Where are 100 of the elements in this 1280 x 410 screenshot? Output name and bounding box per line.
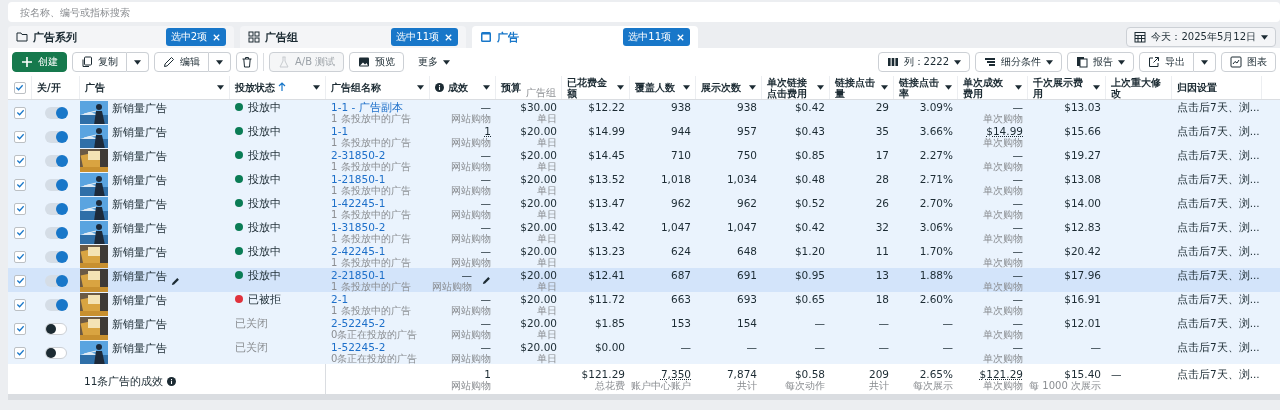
table-row[interactable]: 新销量广告 已被拒 2-1 1 条投放中的广告 — 网站购物 $20.00 单日 $11.72 663 693 $0.65 18 2.60% — 单次购物 $16.91 点击后7天、浏... [8, 292, 1280, 316]
toggle-switch[interactable] [45, 202, 67, 215]
toolbar-button[interactable]: 创建 [12, 52, 67, 72]
column-header[interactable]: 广告组名称 [326, 76, 430, 99]
tab[interactable]: 广告 选中11项 [472, 26, 698, 48]
ad-name[interactable]: 新销量广告 [112, 293, 167, 306]
column-header[interactable]: 展示次数 [696, 76, 762, 99]
ad-name[interactable]: 新销量广告 [112, 125, 167, 138]
ad-name[interactable]: 新销量广告 [112, 149, 167, 162]
ad-set-link[interactable]: 2-52245-2 [331, 317, 386, 329]
ad-set-link[interactable]: 2-21850-1 [331, 269, 386, 281]
tab[interactable]: 广告系列 选中2项 [8, 26, 234, 48]
checkbox[interactable] [14, 322, 26, 335]
table-row[interactable]: 新销量广告 投放中 2-42245-1 1 条投放中的广告 — 网站购物 $20.00 单日 $13.23 624 648 $1.20 11 1.70% — 单次购物 $20.42 点击后7天、浏... [8, 244, 1280, 268]
table-row[interactable]: 新销量广告 投放中 1-21850-1 1 条投放中的广告 — 网站购物 $20.00 单日 $13.52 1,018 1,034 $0.48 28 2.71% — 单次购物 $13.08 点击后7天、浏... [8, 172, 1280, 196]
close-icon[interactable] [676, 32, 685, 42]
column-header[interactable]: 链接点击量 [830, 76, 894, 99]
column-header[interactable]: 单次链接点击费用 [762, 76, 830, 99]
tab[interactable]: 广告组 选中11项 [240, 26, 466, 48]
ad-set-link[interactable]: 1-31850-2 [331, 221, 386, 233]
toggle-switch[interactable] [45, 154, 67, 167]
ad-set-link[interactable]: 1-52245-2 [331, 341, 386, 353]
ad-set-link[interactable]: 1-1 [331, 125, 349, 137]
toggle-switch[interactable] [45, 106, 67, 119]
checkbox[interactable] [14, 250, 26, 263]
search-field[interactable]: 按名称、编号或指标搜索 [8, 2, 1280, 22]
ad-set-link[interactable]: 2-42245-1 [331, 245, 386, 257]
toolbar-button[interactable]: 编辑 [154, 52, 209, 72]
checkbox[interactable] [14, 106, 26, 119]
selection-badge[interactable]: 选中2项 [165, 28, 226, 46]
checkbox[interactable] [14, 130, 26, 143]
toggle-switch[interactable] [45, 298, 67, 311]
table-row[interactable]: 新销量广告 投放中 2-31850-2 1 条投放中的广告 — 网站购物 $20.00 单日 $14.45 710 750 $0.85 17 2.27% — 单次购物 $19.27 点击后7天、浏... [8, 148, 1280, 172]
column-header[interactable]: 千次展示费用 [1028, 76, 1106, 99]
delete-button[interactable] [236, 52, 258, 72]
ad-name[interactable]: 新销量广告 [112, 245, 167, 258]
toggle-switch[interactable] [45, 322, 67, 335]
ad-set-link[interactable]: 2-31850-2 [331, 149, 386, 161]
toolbar-button[interactable]: 图表 [1221, 52, 1276, 72]
table-row[interactable]: 新销量广告 投放中 1-1 1 条投放中的广告 1 网站购物 $20.00 单日 $14.99 944 957 $0.43 35 3.66% $14.99 单次购物 $15.66 点击后7天、浏... [8, 124, 1280, 148]
table-row[interactable]: 新销量广告 已关闭 2-52245-2 0条正在投放的广告 — 网站购物 $20.00 单日 $1.85 153 154 — — — — 单次购物 $12.01 点击后7天、浏... [8, 316, 1280, 340]
toggle-switch[interactable] [45, 130, 67, 143]
table-row[interactable]: 新销量广告 已关闭 1-52245-2 0条正在投放的广告 — 网站购物 $20.00 单日 $0.00 — — — — — — 单次购物 — 点击后7天、浏... [8, 340, 1280, 364]
toolbar-button[interactable]: 导出 [1139, 52, 1194, 72]
menu-button[interactable]: 列：2222 [877, 52, 970, 72]
column-header[interactable]: 成效 [430, 76, 496, 99]
column-header[interactable]: 归因设置 [1172, 76, 1262, 99]
ad-set-link[interactable]: 1-21850-1 [331, 173, 386, 185]
selection-badge[interactable]: 选中11项 [391, 28, 458, 46]
cell-caption: 总花费 [595, 380, 625, 391]
ad-name[interactable]: 新销量广告 [112, 341, 167, 354]
checkbox[interactable] [14, 226, 26, 239]
column-header[interactable]: 单次成效费用 [958, 76, 1028, 99]
toolbar-button[interactable]: 复制 [72, 52, 127, 72]
ad-name[interactable]: 新销量广告 [112, 269, 167, 282]
ad-set-link[interactable]: 1-42245-1 [331, 197, 386, 209]
column-header[interactable]: 上次重大修改 [1106, 76, 1172, 99]
pencil-icon[interactable] [171, 277, 180, 286]
checkbox[interactable] [14, 274, 26, 287]
ad-name[interactable]: 新销量广告 [112, 197, 167, 210]
toggle-switch[interactable] [45, 226, 67, 239]
pencil-icon[interactable] [482, 276, 491, 285]
column-header[interactable]: 投放状态 [230, 76, 326, 99]
checkbox[interactable] [14, 202, 26, 215]
ad-name[interactable]: 新销量广告 [112, 101, 167, 114]
table-row[interactable]: 新销量广告 投放中 1-31850-2 1 条投放中的广告 — 网站购物 $20.00 单日 $13.42 1,047 1,047 $0.42 32 3.06% — 单次购物 $12.83 点击后7天、浏... [8, 220, 1280, 244]
dropdown-button[interactable] [209, 52, 231, 72]
dropdown-button[interactable] [1194, 52, 1216, 72]
menu-button[interactable]: 细分条件 [975, 52, 1062, 72]
toggle-switch[interactable] [45, 250, 67, 263]
ad-set-link[interactable]: 2-1 [331, 293, 349, 305]
close-icon[interactable] [212, 32, 221, 42]
dropdown-button[interactable] [127, 52, 149, 72]
ad-name[interactable]: 新销量广告 [112, 221, 167, 234]
ad-name[interactable]: 新销量广告 [112, 173, 167, 186]
table-row[interactable]: 新销量广告 投放中 2-21850-1 1 条投放中的广告 — 网站购物 $20.00 单日 $12.41 687 691 $0.95 13 1.88% — 单次购物 $17.96 点击后7天、浏... [8, 268, 1280, 292]
close-icon[interactable] [444, 32, 453, 42]
toggle-switch[interactable] [45, 178, 67, 191]
toggle-switch[interactable] [45, 346, 67, 359]
toolbar-button[interactable]: 预览 [349, 52, 405, 72]
ad-set-link[interactable]: 1-1 - 广告副本 [331, 101, 403, 113]
menu-button[interactable]: 报告 [1067, 52, 1134, 72]
checkbox[interactable] [14, 178, 26, 191]
checkbox[interactable] [14, 154, 26, 167]
column-header[interactable]: 已花费金额 [562, 76, 630, 99]
ad-name[interactable]: 新销量广告 [112, 317, 167, 330]
column-header[interactable]: 广告 [80, 76, 230, 99]
table-row[interactable]: 新销量广告 投放中 1-1 - 广告副本 1 条投放中的广告 — 网站购物 $30.00 单日 $12.22 938 938 $0.42 29 3.09% — 单次购物 $13.03 点击后7天、浏... [8, 100, 1280, 124]
column-header[interactable]: 关/开 [32, 76, 80, 99]
selection-badge[interactable]: 选中11项 [623, 28, 690, 46]
date-button[interactable]: 今天：2025年5月12日 [1126, 27, 1276, 47]
table-row[interactable]: 新销量广告 投放中 1-42245-1 1 条投放中的广告 — 网站购物 $20.00 单日 $13.47 962 962 $0.52 26 2.70% — 单次购物 $14.00 点击后7天、浏... [8, 196, 1280, 220]
checkbox[interactable] [14, 346, 26, 359]
column-header[interactable]: 覆盖人数 [630, 76, 696, 99]
toggle-switch[interactable] [45, 274, 67, 287]
column-header[interactable]: 链接点击率 [894, 76, 958, 99]
cell-caption: 单日 [537, 137, 557, 148]
checkbox[interactable] [14, 298, 26, 311]
column-header[interactable]: 预算 广告组 [496, 76, 562, 99]
checkbox[interactable] [13, 81, 26, 94]
